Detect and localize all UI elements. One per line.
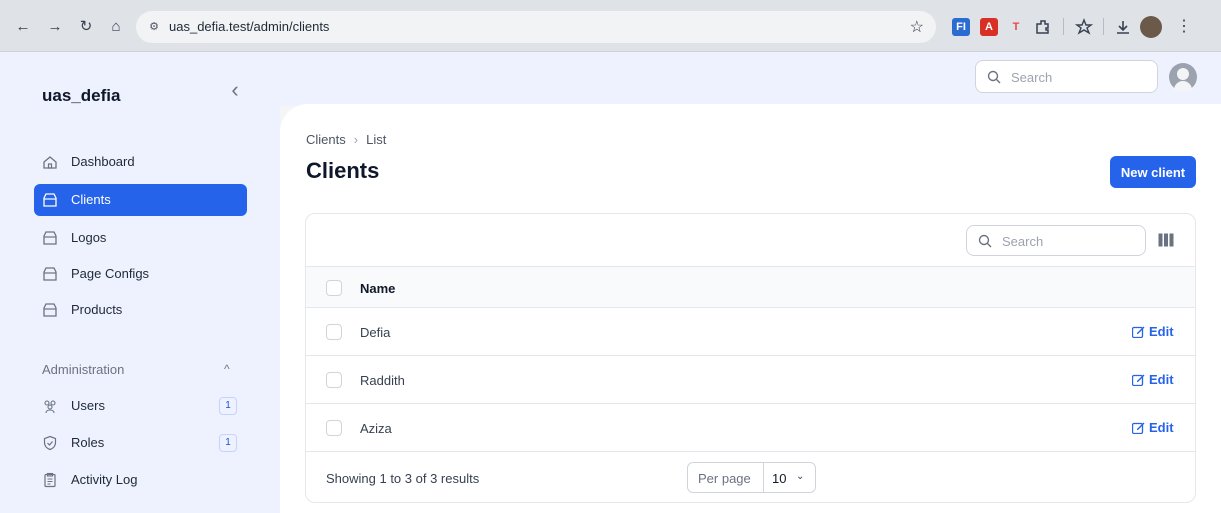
toolbar-divider [1103,18,1104,35]
client-name: Raddith [360,373,405,388]
table-row[interactable]: Defia Edit [306,308,1195,356]
breadcrumb-clients[interactable]: Clients [306,132,346,147]
edit-icon [1131,326,1145,339]
sidebar-item-label: Roles [71,435,105,450]
client-name: Defia [360,325,391,340]
users-icon [44,400,56,414]
sidebar-item-users[interactable]: Users [34,390,247,422]
menu-icon[interactable]: ⋮ [1176,16,1192,36]
columns-toggle-icon[interactable] [1158,233,1174,247]
table-search-input[interactable]: Search [966,225,1146,256]
bookmarks-star-icon[interactable] [1075,18,1093,36]
sidebar-item-activity-log[interactable]: Activity Log [34,464,247,496]
search-icon [987,70,1001,84]
sidebar-item-roles[interactable]: Roles [34,427,247,459]
toolbar-divider [1063,18,1064,35]
search-placeholder: Search [1011,70,1053,85]
sidebar-item-label: Dashboard [71,154,135,169]
sidebar-item-page-configs[interactable]: Page Configs [34,258,247,290]
page-title: Clients [306,158,380,183]
edit-icon [1131,422,1145,435]
breadcrumb-list: List [366,132,387,147]
search-icon [978,234,992,248]
url-text[interactable]: uas_defia.test/admin/clients [169,19,329,34]
home-icon [43,156,57,169]
sidebar-item-label: Clients [71,192,111,207]
edit-icon [1131,374,1145,387]
table-row[interactable]: Aziza Edit [306,404,1195,452]
row-checkbox[interactable] [326,372,342,388]
avatar-body [1174,81,1192,91]
clipboard-icon [44,472,56,488]
avatar-head [1177,68,1189,80]
inbox-icon [43,231,57,245]
chevron-up-icon[interactable]: ^ [224,362,230,376]
reload-icon[interactable]: ↻ [77,18,95,36]
user-avatar[interactable] [1169,63,1197,91]
administration-group-label[interactable]: Administration [42,362,124,377]
per-page-label: Per page [698,471,751,486]
download-icon[interactable] [1114,18,1132,36]
roles-count-badge: 1 [219,434,237,452]
chevron-down-icon[interactable]: ⌄ [796,471,804,482]
back-icon[interactable]: ← [14,18,32,36]
breadcrumb: Clients › List [306,132,386,147]
new-client-button[interactable]: New client [1110,156,1196,188]
sidebar-item-products[interactable]: Products [34,294,247,326]
edit-link[interactable]: Edit [1131,372,1174,387]
row-checkbox[interactable] [326,420,342,436]
global-search-input[interactable]: Search [975,60,1158,93]
sidebar-item-clients[interactable]: Clients [34,184,247,216]
sidebar-item-label: Products [71,302,123,317]
per-page-select[interactable]: Per page 10 ⌄ [687,462,816,493]
pagination-summary: Showing 1 to 3 of 3 results [326,471,480,486]
client-name: Aziza [360,421,392,436]
row-checkbox[interactable] [326,324,342,340]
sidebar-item-logos[interactable]: Logos [34,222,247,254]
per-page-value[interactable]: 10 [772,471,786,486]
search-placeholder: Search [1002,234,1044,249]
table-row[interactable]: Raddith Edit [306,356,1195,404]
fi-extension-icon[interactable]: FI [952,18,970,36]
site-info-icon[interactable]: ⚙ [146,19,162,35]
home-icon[interactable]: ⌂ [107,18,125,36]
users-count-badge: 1 [219,397,237,415]
edit-link[interactable]: Edit [1131,324,1174,339]
browser-toolbar: ← → ↻ ⌂ ⚙ uas_defia.test/admin/clients ☆… [0,0,1221,52]
name-column-header[interactable]: Name [360,281,395,296]
extensions-puzzle-icon[interactable] [1034,18,1052,36]
per-page-divider [763,463,764,492]
inbox-icon [43,303,57,317]
address-bar[interactable]: ⚙ uas_defia.test/admin/clients ☆ [136,11,936,43]
pdf-extension-icon[interactable]: A [980,18,998,36]
select-all-checkbox[interactable] [326,280,342,296]
sidebar-item-label: Page Configs [71,266,150,281]
clients-table: Search Name Defia Edit Raddith Edit Aziz… [305,213,1196,503]
edit-label: Edit [1149,324,1174,339]
sidebar-item-label: Logos [71,230,107,245]
brand-name[interactable]: uas_defia [42,86,120,106]
edit-label: Edit [1149,372,1174,387]
edit-link[interactable]: Edit [1131,420,1174,435]
sidebar-item-dashboard[interactable]: Dashboard [34,146,247,178]
bookmark-star-icon[interactable]: ☆ [910,17,924,37]
table-header: Name [306,266,1195,308]
sidebar-item-label: Users [71,398,105,413]
profile-avatar-icon[interactable] [1140,16,1162,38]
inbox-icon [43,193,57,207]
edit-label: Edit [1149,420,1174,435]
collapse-sidebar-icon[interactable]: ‹ [226,79,244,101]
shield-check-icon [43,435,57,451]
sidebar-item-label: Activity Log [71,472,138,487]
breadcrumb-separator: › [353,132,359,147]
forward-icon[interactable]: → [46,18,64,36]
t-extension-icon[interactable]: T [1007,18,1025,36]
inbox-icon [43,267,57,281]
